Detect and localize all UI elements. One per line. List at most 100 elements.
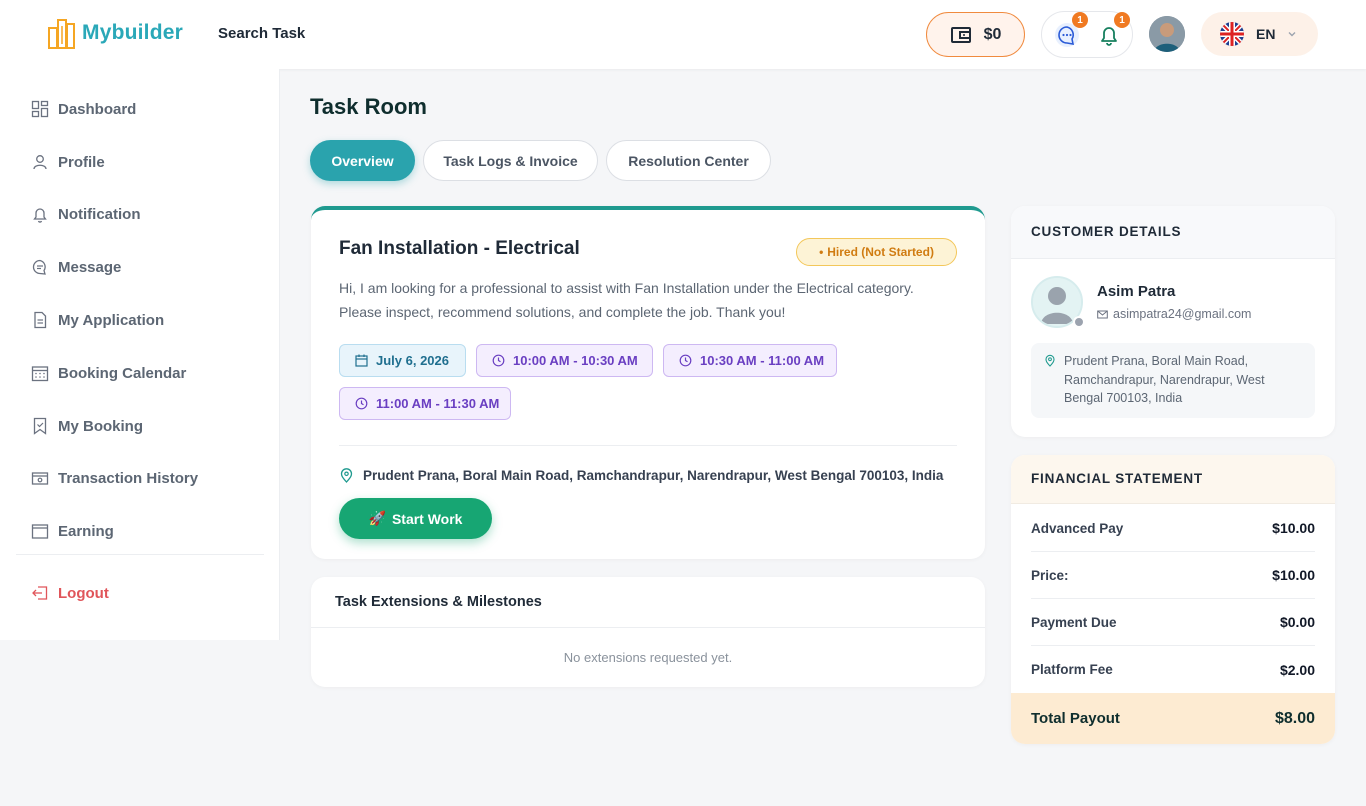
location-pin-icon: [340, 468, 353, 483]
extensions-card: Task Extensions & Milestones No extensio…: [311, 577, 985, 687]
financial-row-value: $10.00: [1272, 520, 1315, 536]
financial-statement-title: FINANCIAL STATEMENT: [1031, 471, 1203, 486]
task-title: Fan Installation - Electrical: [339, 238, 580, 259]
status-badge: • Hired (Not Started): [796, 238, 957, 266]
wallet-icon: [31, 472, 49, 485]
time-slot-text: 10:30 AM - 11:00 AM: [700, 353, 825, 368]
customer-email: asimpatra24@gmail.com: [1097, 307, 1251, 321]
financial-row-label: Platform Fee: [1031, 662, 1113, 677]
sidebar-divider: [16, 554, 264, 555]
financial-total-row: Total Payout $8.00: [1011, 693, 1335, 744]
user-icon: [33, 155, 47, 170]
sidebar-item-earning[interactable]: Earning: [31, 522, 114, 540]
uk-flag-icon: [1220, 22, 1244, 46]
sidebar-item-message[interactable]: Message: [31, 258, 121, 276]
financial-statement-header: FINANCIAL STATEMENT: [1011, 455, 1335, 504]
task-date: July 6, 2026: [376, 353, 449, 368]
sidebar-item-label: My Application: [58, 311, 165, 329]
task-divider: [339, 445, 957, 446]
sidebar-item-transaction-history[interactable]: Transaction History: [31, 469, 198, 487]
financial-row-platform-fee: Platform Fee $2.00: [1031, 646, 1315, 693]
time-slot-text: 11:00 AM - 11:30 AM: [376, 396, 500, 411]
sidebar-item-dashboard[interactable]: Dashboard: [31, 100, 136, 118]
user-avatar[interactable]: [1149, 16, 1185, 52]
bell-icon: [33, 208, 47, 223]
wallet-balance: $0: [983, 25, 1002, 43]
notification-count-badge: 1: [1114, 12, 1130, 28]
task-card: Fan Installation - Electrical • Hired (N…: [311, 206, 985, 559]
chat-icon: [32, 259, 46, 275]
tab-task-logs-invoice[interactable]: Task Logs & Invoice: [423, 140, 598, 181]
sidebar-item-label: Booking Calendar: [58, 364, 187, 382]
building-logo-icon: [48, 19, 75, 49]
document-icon: [34, 311, 47, 329]
customer-email-text: asimpatra24@gmail.com: [1113, 307, 1252, 321]
financial-row-value: $10.00: [1272, 567, 1315, 583]
status-dot-icon: •: [819, 245, 824, 259]
task-address: Prudent Prana, Boral Main Road, Ramchand…: [339, 468, 943, 483]
search-task-link[interactable]: Search Task: [218, 25, 305, 42]
extensions-empty-text: No extensions requested yet.: [563, 650, 733, 665]
brand-name: Mybuilder: [82, 21, 183, 44]
customer-details-title: CUSTOMER DETAILS: [1031, 224, 1182, 239]
customer-name: Asim Patra: [1097, 283, 1176, 300]
wallet-button[interactable]: $0: [926, 12, 1025, 57]
extensions-title: Task Extensions & Milestones: [335, 594, 542, 610]
task-address-text: Prudent Prana, Boral Main Road, Ramchand…: [363, 468, 944, 483]
grid-icon: [31, 100, 49, 118]
sidebar-item-my-application[interactable]: My Application: [31, 311, 164, 329]
financial-row-label: Advanced Pay: [1031, 520, 1124, 536]
total-payout-value: $8.00: [1274, 709, 1315, 727]
time-slot-chip: 11:00 AM - 11:30 AM: [339, 387, 511, 420]
customer-address: Prudent Prana, Boral Main Road, Ramchand…: [1031, 343, 1315, 418]
tab-resolution-center[interactable]: Resolution Center: [606, 140, 771, 181]
messages-button[interactable]: 1: [1054, 12, 1088, 48]
sidebar-item-profile[interactable]: Profile: [31, 153, 105, 171]
start-work-button[interactable]: 🚀 Start Work: [339, 498, 492, 539]
status-text: Hired (Not Started): [827, 245, 934, 259]
avatar-photo-icon: [1149, 16, 1185, 52]
location-pin-icon: [1045, 354, 1055, 367]
total-payout-label: Total Payout: [1031, 710, 1120, 727]
language-selector[interactable]: EN: [1201, 12, 1318, 56]
sidebar: Dashboard Profile Notification Message M…: [0, 69, 280, 640]
rocket-icon: 🚀: [368, 510, 386, 526]
sidebar-item-label: Notification: [58, 205, 141, 223]
financial-row-value: $2.00: [1279, 661, 1315, 678]
top-header: Mybuilder Search Task $0 1 1 EN: [0, 0, 1366, 69]
earning-icon: [31, 524, 49, 539]
sidebar-item-label: Profile: [58, 153, 105, 171]
logout-button[interactable]: Logout: [31, 584, 109, 602]
offline-status-dot: [1073, 316, 1085, 328]
customer-details-header: CUSTOMER DETAILS: [1011, 206, 1335, 259]
time-slot-chip: 10:30 AM - 11:00 AM: [663, 344, 837, 377]
clock-icon: [355, 397, 368, 410]
sidebar-item-label: Earning: [58, 522, 114, 540]
sidebar-item-label: Transaction History: [58, 469, 199, 487]
chevron-down-icon: [1288, 32, 1296, 37]
sidebar-item-notification[interactable]: Notification: [31, 205, 141, 223]
calendar-icon: [355, 354, 368, 367]
extensions-divider: [311, 627, 985, 628]
sidebar-item-label: Dashboard: [58, 100, 137, 118]
calendar-icon: [31, 366, 49, 382]
financial-row-payment-due: Payment Due $0.00: [1031, 599, 1315, 646]
financial-row-label: Price:: [1031, 567, 1069, 583]
wallet-icon: [950, 26, 971, 43]
time-slot-text: 10:00 AM - 10:30 AM: [513, 353, 638, 368]
financial-row-price: Price: $10.00: [1031, 552, 1315, 599]
clock-icon: [492, 354, 505, 367]
logout-icon: [32, 586, 48, 600]
date-chip: July 6, 2026: [339, 344, 466, 377]
customer-address-text: Prudent Prana, Boral Main Road, Ramchand…: [1064, 354, 1265, 405]
time-slot-chip: 10:00 AM - 10:30 AM: [476, 344, 653, 377]
bookmark-icon: [33, 417, 47, 435]
sidebar-item-my-booking[interactable]: My Booking: [31, 417, 143, 435]
logout-label: Logout: [58, 584, 109, 602]
brand-logo[interactable]: Mybuilder: [46, 16, 183, 50]
sidebar-item-booking-calendar[interactable]: Booking Calendar: [31, 364, 186, 382]
notifications-button[interactable]: 1: [1096, 12, 1130, 48]
clock-icon: [679, 354, 692, 367]
language-code: EN: [1256, 26, 1276, 42]
tab-overview[interactable]: Overview: [310, 140, 415, 181]
